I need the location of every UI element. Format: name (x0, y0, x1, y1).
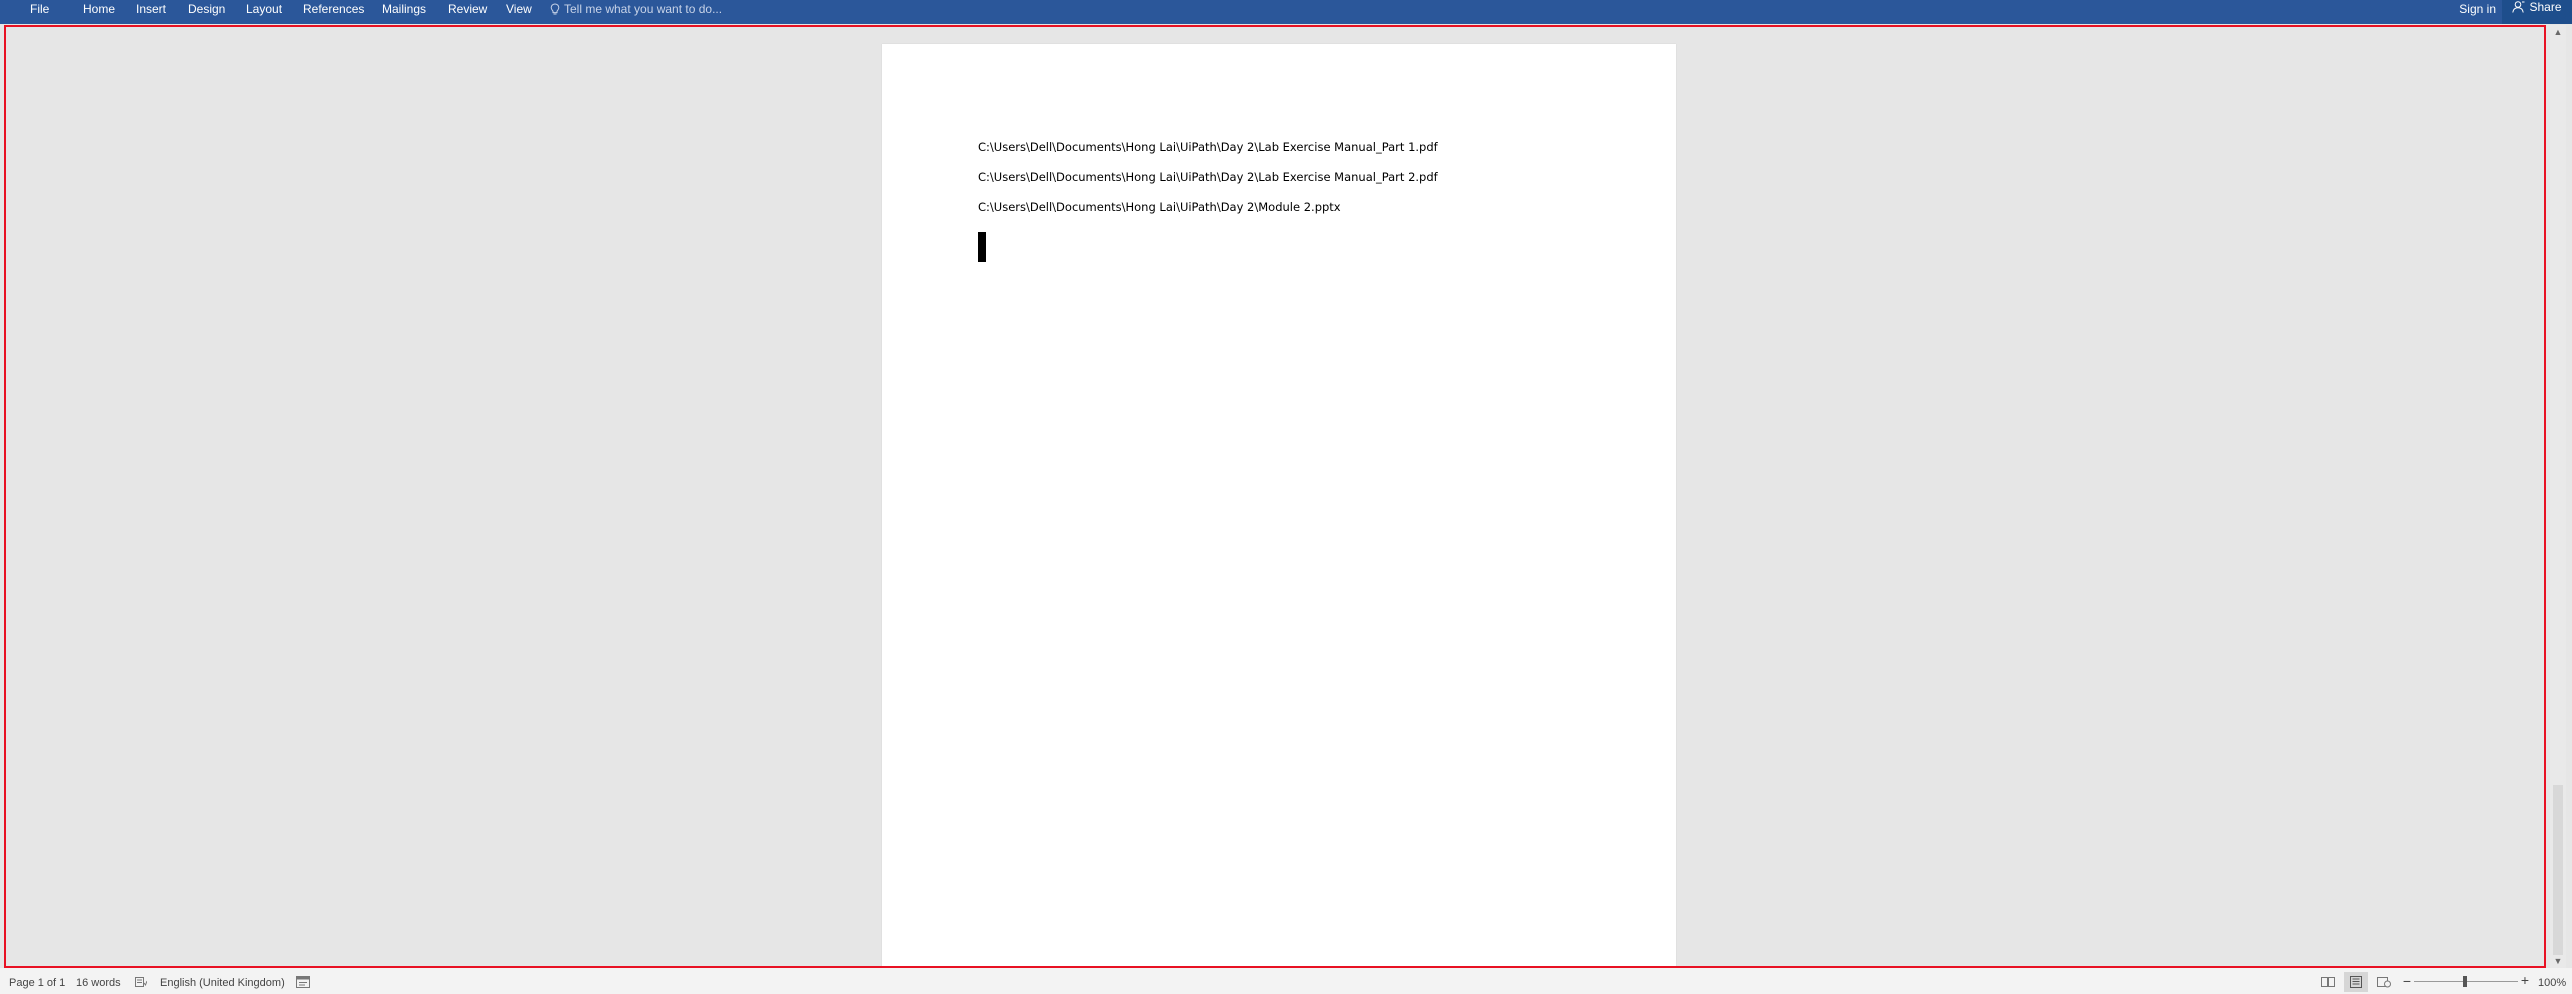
scroll-up-arrow-icon[interactable]: ▲ (2550, 25, 2566, 39)
macro-recording-icon[interactable] (296, 976, 310, 988)
zoom-level[interactable]: 100% (2538, 976, 2566, 990)
zoom-out-button[interactable]: − (2402, 974, 2412, 988)
vertical-scrollbar[interactable]: ▲ ▼ (2550, 25, 2566, 968)
sign-in-link[interactable]: Sign in (2459, 0, 2496, 18)
ribbon-tab-bar: File Home Insert Design Layout Reference… (0, 0, 2572, 24)
tab-insert[interactable]: Insert (132, 0, 170, 18)
tab-review[interactable]: Review (444, 0, 491, 18)
status-bar: Page 1 of 1 16 words English (United Kin… (0, 968, 2572, 994)
tell-me-placeholder: Tell me what you want to do... (564, 2, 723, 16)
tab-file[interactable]: File (26, 0, 53, 18)
share-button[interactable]: Share (2502, 0, 2572, 24)
scroll-down-arrow-icon[interactable]: ▼ (2550, 954, 2566, 968)
word-count[interactable]: 16 words (76, 976, 121, 990)
language-indicator[interactable]: English (United Kingdom) (160, 976, 285, 990)
lightbulb-icon (550, 2, 560, 14)
tab-home[interactable]: Home (79, 0, 119, 18)
web-layout-icon (2377, 977, 2391, 988)
document-line[interactable]: C:\Users\Dell\Documents\Hong Lai\UiPath\… (978, 200, 1341, 214)
scrollbar-thumb[interactable] (2553, 785, 2563, 955)
text-cursor (978, 232, 986, 262)
web-layout-button[interactable] (2372, 972, 2396, 992)
word-window: File Home Insert Design Layout Reference… (0, 0, 2572, 994)
proofing-icon[interactable] (135, 977, 147, 987)
tab-layout[interactable]: Layout (242, 0, 286, 18)
read-mode-button[interactable] (2316, 972, 2340, 992)
tell-me-search[interactable]: Tell me what you want to do... (550, 0, 722, 18)
zoom-slider-thumb[interactable] (2463, 976, 2467, 987)
person-icon (2512, 1, 2525, 13)
document-area[interactable]: C:\Users\Dell\Documents\Hong Lai\UiPath\… (4, 25, 2546, 968)
share-label: Share (2529, 0, 2562, 14)
read-mode-icon (2321, 977, 2335, 987)
tab-design[interactable]: Design (184, 0, 229, 18)
document-line[interactable]: C:\Users\Dell\Documents\Hong Lai\UiPath\… (978, 170, 1438, 184)
print-layout-button[interactable] (2344, 972, 2368, 992)
document-page[interactable]: C:\Users\Dell\Documents\Hong Lai\UiPath\… (882, 44, 1676, 966)
tab-mailings[interactable]: Mailings (378, 0, 430, 18)
tab-references[interactable]: References (299, 0, 368, 18)
print-layout-icon (2350, 976, 2362, 988)
document-line[interactable]: C:\Users\Dell\Documents\Hong Lai\UiPath\… (978, 140, 1438, 154)
zoom-in-button[interactable]: + (2519, 973, 2531, 987)
tab-view[interactable]: View (502, 0, 536, 18)
page-count[interactable]: Page 1 of 1 (9, 976, 65, 990)
